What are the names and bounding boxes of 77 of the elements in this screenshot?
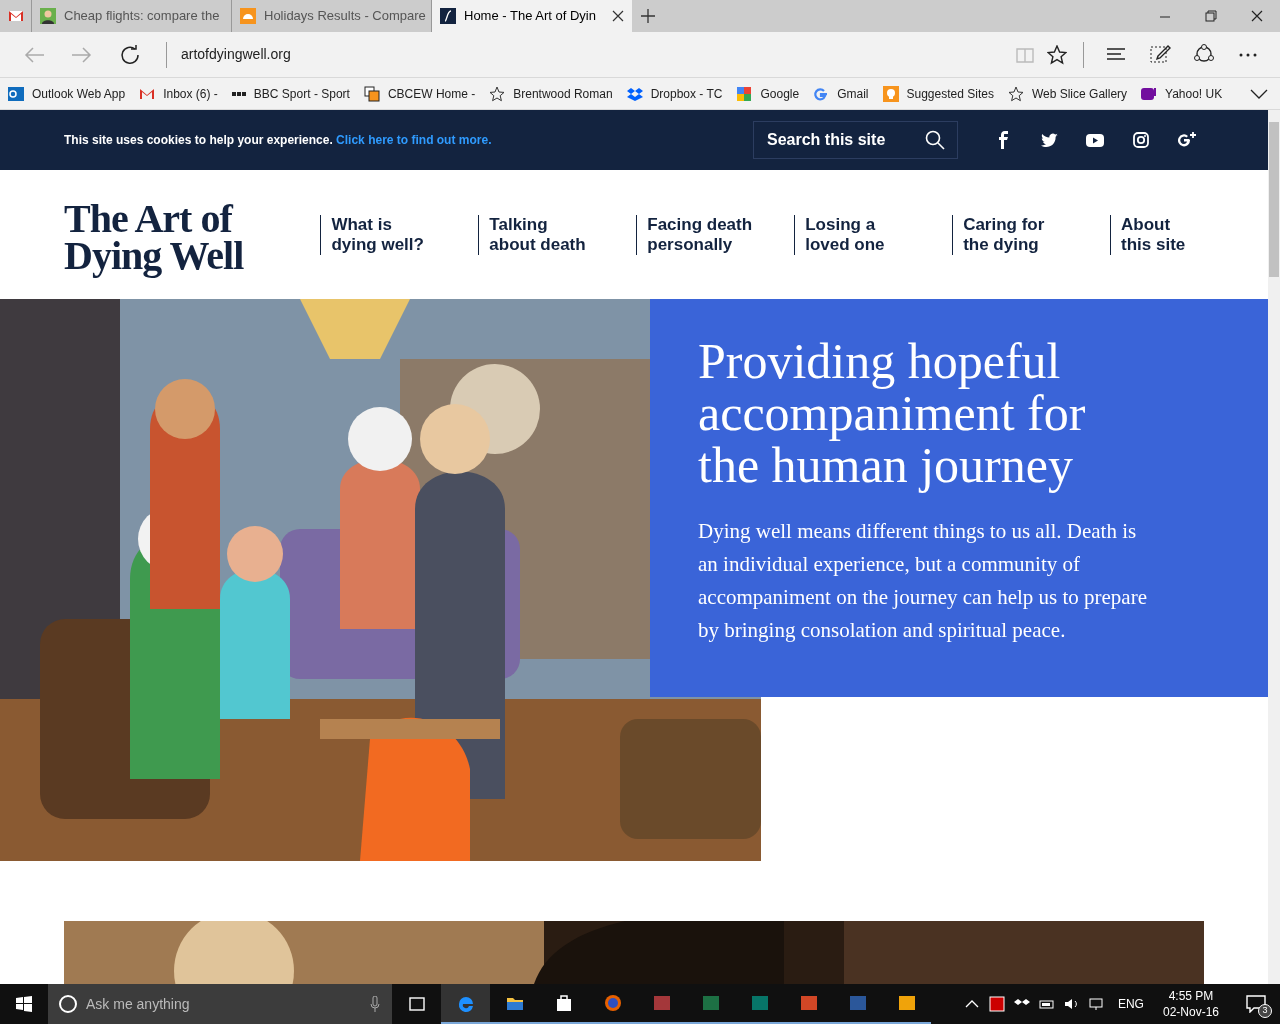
blocks-icon [736,85,753,102]
sun-icon [240,8,256,24]
bookmark-link[interactable]: Dropbox - TC [626,79,737,108]
speaker-icon[interactable] [1063,996,1080,1012]
network-icon[interactable] [1088,996,1105,1012]
social-link[interactable] [1178,131,1198,149]
plus-icon [641,9,655,23]
bookmark-link[interactable]: Yahoo! UK [1141,79,1237,108]
nav-link[interactable]: Caring for the dying [952,214,1111,255]
app-icon [700,993,721,1013]
notifications-button[interactable]: 3 [1238,984,1274,1024]
close-icon[interactable] [612,10,624,22]
app-icon [847,993,868,1013]
search-icon[interactable] [925,130,945,150]
bookmark-link[interactable]: Inbox (6) - [139,79,232,108]
windows-icon [16,996,32,1012]
app-icon [798,993,819,1013]
back-icon [24,44,44,65]
restore-icon [1205,10,1217,22]
share-icon [1193,44,1215,65]
refresh-icon [120,44,140,65]
bookmark-link[interactable]: Google [736,79,814,108]
bookmark-link[interactable]: Web Slice Gallery [1007,79,1142,108]
app-icon [749,993,770,1013]
squares-icon [363,85,380,102]
mail-icon [7,8,24,24]
task-view-icon [406,994,427,1014]
social-link[interactable] [1040,131,1060,149]
hero-text: Dying well means different things to us all. Death is an individual experience, but a community of accompaniment on the journey can help us to prepare by bringing consolation and spiritual peace. [698,518,1148,644]
google-plus-icon [1178,131,1198,149]
bookmark-link[interactable]: Outlook Web App [8,79,140,108]
twitter-icon [1040,131,1060,149]
play-icon [1086,131,1106,149]
hero-title: Providing hopeful accompaniment for the human journey [698,335,1087,491]
globe-icon [602,993,623,1013]
clock[interactable]: 4:55 PM 02-Nov-16 [1152,988,1229,1020]
bookmark-link[interactable]: Brentwood Roman [489,79,627,108]
close-icon [1251,10,1263,22]
cookie-notice: This site uses cookies to help your experience. Click here to find out more. [64,132,493,149]
bookmark-link[interactable]: Suggested Sites [882,79,1008,108]
g-icon [813,85,830,102]
bookmark-link[interactable]: Gmail [813,79,883,108]
circle-icon [58,994,78,1014]
nav-link[interactable]: What is dying well? [320,214,479,255]
message-icon [1246,995,1266,1013]
browser-tab[interactable]: Home - The Art of Dyin [432,0,632,32]
bookmark-link[interactable]: BBC Sport - Sport [231,79,364,108]
mail-icon [8,85,24,102]
scrollbar[interactable] [1268,110,1280,984]
social-link[interactable] [1086,131,1106,149]
person-icon [40,8,56,24]
app-icon [651,993,672,1013]
chevron-down-icon[interactable] [1250,88,1268,99]
bulb-icon [882,85,899,102]
microphone-icon[interactable] [370,996,380,1012]
search-field[interactable]: Ask me anything [48,984,392,1024]
bookmark-link[interactable]: CBCEW Home - [363,79,490,108]
pen-icon [1149,44,1171,65]
nav-link[interactable]: Talking about death [478,214,637,255]
camera-icon [1132,131,1152,149]
more-icon [1239,52,1257,57]
social-link[interactable] [1132,131,1152,149]
search-field[interactable]: Search this site [753,121,958,159]
app-icon[interactable] [988,996,1005,1012]
cookie-link[interactable]: Click here to find out more. [336,133,492,147]
app-icon [896,993,917,1013]
star-icon [1047,44,1067,65]
language-indicator[interactable]: ENG [1117,995,1144,1013]
nav-link[interactable]: Facing death personally [636,214,795,255]
star-icon [1007,85,1024,102]
notification-count: 3 [1258,1004,1272,1018]
badge-icon [1141,85,1158,102]
site-icon [440,8,456,24]
blocks-icon [231,91,246,96]
forward-icon [72,44,92,65]
nav-link[interactable]: Losing a loved one [794,214,953,255]
star-icon [489,85,506,102]
